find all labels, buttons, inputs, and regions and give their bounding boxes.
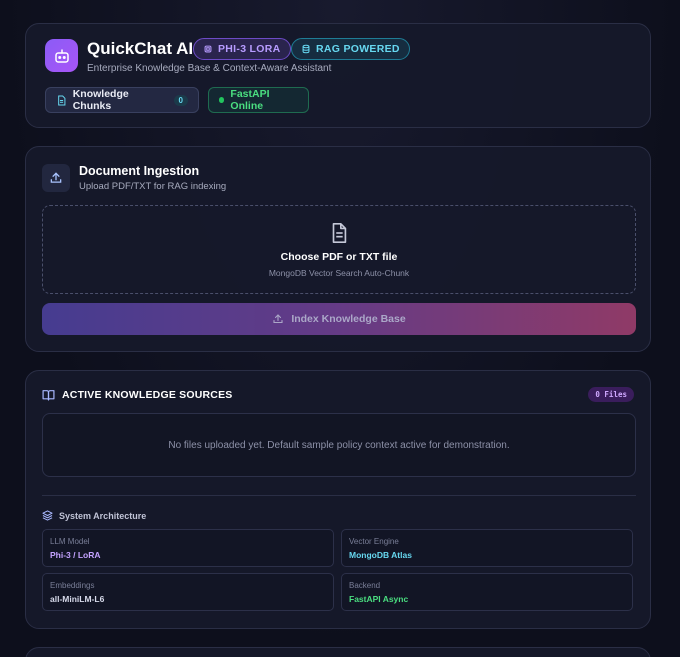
next-section-card [25, 647, 651, 657]
file-drop-zone[interactable]: Choose PDF or TXT file MongoDB Vector Se… [42, 205, 636, 294]
app-header-card: QuickChat AI PHI-3 LORA RAG POWERED Ente… [25, 23, 651, 128]
architecture-header: System Architecture [42, 510, 146, 521]
ingestion-title: Document Ingestion [79, 164, 200, 178]
upload-small-icon [273, 314, 283, 324]
ingestion-subtitle: Upload PDF/TXT for RAG indexing [79, 181, 227, 192]
app-title: QuickChat AI [87, 39, 194, 58]
api-status-label: FastAPI Online [230, 88, 270, 112]
knowledge-chunks-chip[interactable]: Knowledge Chunks 0 [45, 87, 199, 113]
arch-vector-engine: Vector Engine MongoDB Atlas [341, 529, 633, 567]
file-text-icon [332, 223, 347, 243]
arch-value: FastAPI Async [349, 594, 409, 604]
knowledge-chunks-label: Knowledge Chunks [72, 88, 129, 112]
document-ingestion-card: Document Ingestion Upload PDF/TXT for RA… [25, 146, 651, 352]
arch-value: MongoDB Atlas [349, 550, 412, 560]
arch-label: Vector Engine [349, 537, 399, 546]
divider [42, 495, 636, 496]
chip-icon [204, 45, 212, 53]
layers-icon [42, 510, 53, 521]
arch-label: LLM Model [50, 537, 90, 546]
upload-icon [42, 164, 70, 192]
drop-zone-title: Choose PDF or TXT file [280, 251, 398, 263]
bot-logo-icon [45, 39, 78, 72]
arch-llm-model: LLM Model Phi-3 / LoRA [42, 529, 334, 567]
rag-powered-badge: RAG POWERED [291, 38, 410, 60]
status-dot-icon [219, 97, 225, 103]
database-icon [302, 44, 310, 54]
files-count-badge: 0 Files [588, 387, 634, 402]
index-button-label: Index Knowledge Base [291, 313, 406, 325]
app-subtitle: Enterprise Knowledge Base & Context-Awar… [87, 63, 332, 74]
architecture-title: System Architecture [59, 510, 147, 521]
drop-zone-subtitle: MongoDB Vector Search Auto-Chunk [268, 268, 410, 278]
arch-label: Backend [349, 581, 381, 590]
arch-value: all-MiniLM-L6 [50, 594, 105, 604]
document-icon [58, 95, 66, 105]
arch-label: Embeddings [50, 581, 95, 590]
sources-header: ACTIVE KNOWLEDGE SOURCES [42, 389, 232, 401]
empty-sources-message: No files uploaded yet. Default sample po… [42, 413, 636, 477]
index-knowledge-base-button[interactable]: Index Knowledge Base [42, 303, 636, 335]
rag-powered-label: RAG POWERED [316, 43, 400, 55]
phi3-lora-badge: PHI-3 LORA [193, 38, 291, 60]
phi3-lora-label: PHI-3 LORA [218, 43, 281, 55]
chunks-count-badge: 0 [173, 94, 188, 106]
book-open-icon [42, 390, 55, 401]
arch-value: Phi-3 / LoRA [50, 550, 101, 560]
arch-backend: Backend FastAPI Async [341, 573, 633, 611]
sources-title: ACTIVE KNOWLEDGE SOURCES [62, 389, 233, 401]
knowledge-sources-card: ACTIVE KNOWLEDGE SOURCES 0 Files No file… [25, 370, 651, 629]
arch-embeddings: Embeddings all-MiniLM-L6 [42, 573, 334, 611]
api-status-chip: FastAPI Online [208, 87, 309, 113]
